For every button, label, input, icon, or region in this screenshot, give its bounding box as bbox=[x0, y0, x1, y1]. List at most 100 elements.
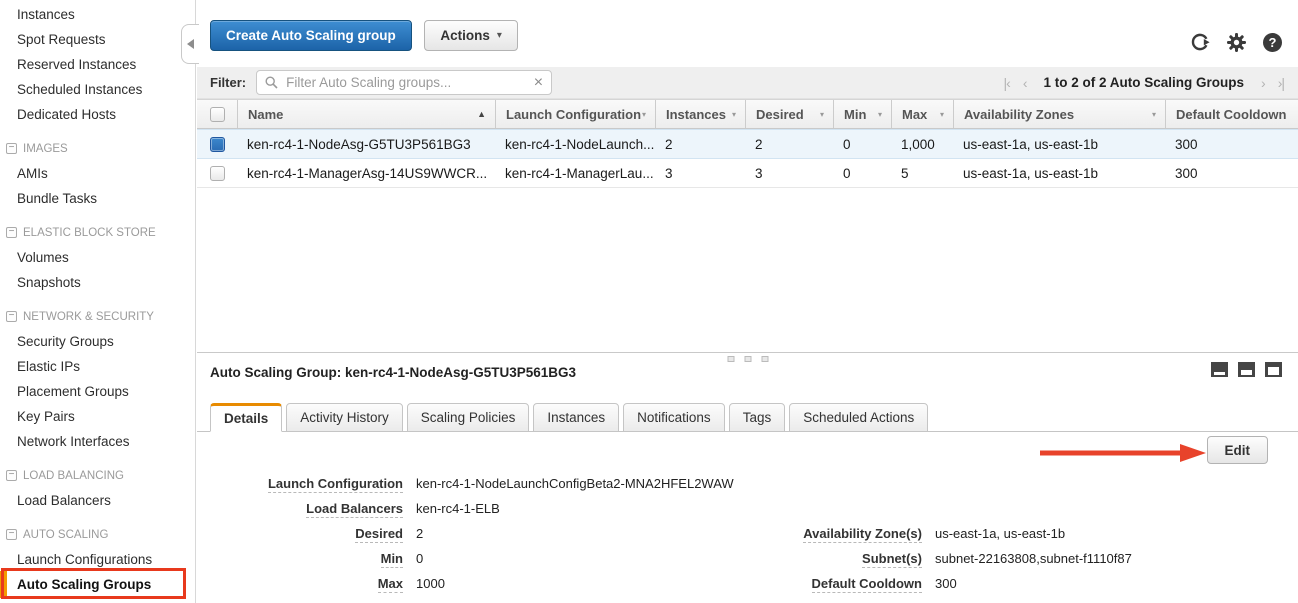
column-label: Desired bbox=[756, 107, 804, 122]
sidebar-section-auto-scaling[interactable]: − AUTO SCALING bbox=[0, 522, 195, 547]
sidebar-section-network-security[interactable]: − NETWORK & SECURITY bbox=[0, 304, 195, 329]
column-header-max[interactable]: Max ▾ bbox=[891, 100, 953, 128]
sidebar-item-scheduled-instances[interactable]: Scheduled Instances bbox=[0, 77, 195, 102]
first-page-icon[interactable]: |‹ bbox=[1004, 75, 1010, 91]
field-health-check-type: Health Check Type EC2 bbox=[210, 596, 734, 603]
sidebar-section-images[interactable]: − IMAGES bbox=[0, 136, 195, 161]
select-all-checkbox[interactable] bbox=[210, 107, 225, 122]
chevron-down-icon: ▾ bbox=[497, 30, 502, 41]
actions-button-label: Actions bbox=[440, 28, 490, 43]
column-header-desired[interactable]: Desired ▾ bbox=[745, 100, 833, 128]
table-header-row: Name ▲ Launch Configuration ▾ Instances … bbox=[197, 99, 1298, 129]
sort-icon: ▾ bbox=[732, 110, 736, 119]
tab-details[interactable]: Details bbox=[210, 403, 282, 432]
panel-size-small-icon[interactable] bbox=[1211, 362, 1228, 377]
column-header-default-cooldown[interactable]: Default Cooldown bbox=[1165, 100, 1298, 128]
prev-page-icon[interactable]: ‹ bbox=[1023, 75, 1027, 91]
cell-name: ken-rc4-1-NodeAsg-G5TU3P561BG3 bbox=[237, 130, 495, 158]
column-header-launch-configuration[interactable]: Launch Configuration ▾ bbox=[495, 100, 655, 128]
edit-button[interactable]: Edit bbox=[1207, 436, 1269, 464]
column-header-min[interactable]: Min ▾ bbox=[833, 100, 891, 128]
column-label: Instances bbox=[666, 107, 726, 122]
field-label: Load Balancers bbox=[306, 501, 403, 518]
tab-scaling-policies[interactable]: Scaling Policies bbox=[407, 403, 530, 432]
column-header-name[interactable]: Name ▲ bbox=[237, 100, 495, 128]
field-max: Max 1000 bbox=[210, 571, 734, 596]
sidebar-section-load-balancing[interactable]: − LOAD BALANCING bbox=[0, 463, 195, 488]
field-value: 1000 bbox=[416, 576, 445, 591]
field-value: ken-rc4-1-ELB bbox=[416, 501, 500, 516]
table-row[interactable]: ken-rc4-1-NodeAsg-G5TU3P561BG3 ken-rc4-1… bbox=[197, 129, 1298, 159]
next-page-icon[interactable]: › bbox=[1261, 75, 1265, 91]
tab-activity-history[interactable]: Activity History bbox=[286, 403, 403, 432]
clear-filter-icon[interactable]: × bbox=[534, 75, 543, 91]
sidebar-section-label: IMAGES bbox=[23, 143, 68, 155]
filter-label: Filter: bbox=[210, 75, 246, 90]
detail-panel-title: Auto Scaling Group: ken-rc4-1-NodeAsg-G5… bbox=[210, 365, 576, 380]
tab-instances[interactable]: Instances bbox=[533, 403, 619, 432]
sidebar-item-security-groups[interactable]: Security Groups bbox=[0, 329, 195, 354]
sidebar-item-snapshots[interactable]: Snapshots bbox=[0, 270, 195, 295]
filter-input[interactable] bbox=[284, 74, 528, 91]
sidebar-item-launch-configurations[interactable]: Launch Configurations bbox=[0, 547, 195, 572]
field-value: 0 bbox=[416, 551, 423, 566]
pagination: |‹ ‹ 1 to 2 of 2 Auto Scaling Groups › ›… bbox=[1004, 67, 1285, 98]
actions-button[interactable]: Actions ▾ bbox=[424, 20, 518, 51]
detail-panel-header: Auto Scaling Group: ken-rc4-1-NodeAsg-G5… bbox=[197, 353, 1298, 380]
column-header-instances[interactable]: Instances ▾ bbox=[655, 100, 745, 128]
sidebar-item-dedicated-hosts[interactable]: Dedicated Hosts bbox=[0, 102, 195, 127]
panel-size-large-icon[interactable] bbox=[1265, 362, 1282, 377]
field-placement-group: Placement Group bbox=[757, 596, 1132, 603]
cell-launch-configuration: ken-rc4-1-NodeLaunch... bbox=[495, 130, 655, 158]
sidebar-section-label: NETWORK & SECURITY bbox=[23, 311, 154, 323]
field-value: 2 bbox=[416, 526, 423, 541]
sidebar-collapse-toggle[interactable] bbox=[181, 24, 199, 64]
detail-panel: Auto Scaling Group: ken-rc4-1-NodeAsg-G5… bbox=[197, 352, 1298, 603]
sidebar-item-load-balancers[interactable]: Load Balancers bbox=[0, 488, 195, 513]
field-value: ken-rc4-1-NodeLaunchConfigBeta2-MNA2HFEL… bbox=[416, 476, 734, 491]
collapse-minus-icon: − bbox=[6, 311, 17, 322]
refresh-icon[interactable] bbox=[1190, 32, 1210, 52]
cell-availability-zones: us-east-1a, us-east-1b bbox=[953, 159, 1165, 187]
field-label: Subnet(s) bbox=[862, 551, 922, 568]
field-label: Min bbox=[381, 551, 403, 568]
sidebar-item-elastic-ips[interactable]: Elastic IPs bbox=[0, 354, 195, 379]
tab-scheduled-actions[interactable]: Scheduled Actions bbox=[789, 403, 928, 432]
create-auto-scaling-group-button[interactable]: Create Auto Scaling group bbox=[210, 20, 412, 51]
sidebar-item-network-interfaces[interactable]: Network Interfaces bbox=[0, 429, 195, 454]
column-header-availability-zones[interactable]: Availability Zones ▾ bbox=[953, 100, 1165, 128]
field-launch-configuration: Launch Configuration ken-rc4-1-NodeLaunc… bbox=[210, 471, 734, 496]
field-value: 300 bbox=[935, 576, 957, 591]
sidebar-item-key-pairs[interactable]: Key Pairs bbox=[0, 404, 195, 429]
cell-default-cooldown: 300 bbox=[1165, 130, 1298, 158]
panel-size-medium-icon[interactable] bbox=[1238, 362, 1255, 377]
row-checkbox[interactable] bbox=[210, 166, 225, 181]
gear-icon[interactable] bbox=[1227, 33, 1246, 52]
sidebar-item-auto-scaling-groups[interactable]: Auto Scaling Groups bbox=[0, 572, 195, 597]
column-label: Default Cooldown bbox=[1176, 107, 1287, 122]
annotation-arrow bbox=[1040, 442, 1206, 464]
row-checkbox[interactable] bbox=[210, 137, 225, 152]
sidebar-section-label: ELASTIC BLOCK STORE bbox=[23, 227, 156, 239]
collapse-minus-icon: − bbox=[6, 529, 17, 540]
last-page-icon[interactable]: ›| bbox=[1278, 75, 1284, 91]
sidebar-item-instances[interactable]: Instances bbox=[0, 2, 195, 27]
tab-tags[interactable]: Tags bbox=[729, 403, 786, 432]
field-value: us-east-1a, us-east-1b bbox=[935, 526, 1065, 541]
help-icon[interactable]: ? bbox=[1263, 33, 1282, 52]
panel-layout-controls bbox=[1211, 362, 1282, 377]
cell-name: ken-rc4-1-ManagerAsg-14US9WWCR... bbox=[237, 159, 495, 187]
asg-table: Name ▲ Launch Configuration ▾ Instances … bbox=[197, 99, 1298, 188]
sidebar-item-placement-groups[interactable]: Placement Groups bbox=[0, 379, 195, 404]
tab-notifications[interactable]: Notifications bbox=[623, 403, 725, 432]
sidebar-item-spot-requests[interactable]: Spot Requests bbox=[0, 27, 195, 52]
collapse-minus-icon: − bbox=[6, 470, 17, 481]
sidebar-item-volumes[interactable]: Volumes bbox=[0, 245, 195, 270]
table-row[interactable]: ken-rc4-1-ManagerAsg-14US9WWCR... ken-rc… bbox=[197, 159, 1298, 188]
sidebar-item-bundle-tasks[interactable]: Bundle Tasks bbox=[0, 186, 195, 211]
sidebar-section-elastic-block-store[interactable]: − ELASTIC BLOCK STORE bbox=[0, 220, 195, 245]
sidebar-item-reserved-instances[interactable]: Reserved Instances bbox=[0, 52, 195, 77]
sidebar-item-amis[interactable]: AMIs bbox=[0, 161, 195, 186]
sort-asc-icon: ▲ bbox=[477, 109, 486, 119]
field-subnets: Subnet(s) subnet-22163808,subnet-f1110f8… bbox=[757, 546, 1132, 571]
